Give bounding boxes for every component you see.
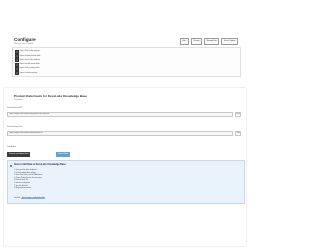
section-subtitle: Feed details (14, 99, 23, 101)
preview-feed-button[interactable]: Preview Feed (56, 152, 70, 157)
generate-feed-button[interactable]: Generate and Update Feed (7, 152, 31, 157)
copy-feed-url-button[interactable]: Copy (235, 112, 241, 117)
checkbox-list: Export: Select field category Export: In… (12, 47, 241, 77)
feed-url-field[interactable]: https://example.com/feeds/docslabs/produ… (7, 112, 233, 117)
page: Configure Manage Export Module Back Prev… (0, 0, 250, 250)
checkbox-label: Export: Select field category (19, 51, 40, 53)
checkbox-item[interactable]: Export: Include inventory (14, 71, 38, 76)
info-steps: 1. Open your DocsLabs dashboard 2. Go to… (14, 170, 43, 191)
feed-url-label: Generated Feed URL (7, 108, 23, 109)
checkbox-label: Export: Include product fields (19, 55, 41, 57)
checkbox-label: Export: Select filter attributes (19, 59, 41, 61)
checkbox-label: Export: Select images fields (19, 68, 40, 70)
checkbox-label: Export: Include variant fields (19, 64, 40, 66)
download-link-label: Direct Download Link (7, 127, 23, 128)
manage-data-button[interactable]: Manage Data (204, 38, 220, 45)
checkbox-label: Export: Include inventory (19, 72, 38, 74)
feed-actions-label: Feed Actions (7, 147, 17, 148)
checkbox[interactable] (14, 71, 19, 76)
page-title: Configure (14, 37, 36, 42)
section-title: Product Data Feeds for DocsLabs Knowledg… (14, 94, 88, 98)
save-update-button[interactable]: Save & Update (221, 38, 238, 45)
back-button[interactable]: Back (179, 38, 189, 45)
info-note: Feed URL: https://example.com/feeds/docs… (14, 198, 46, 199)
info-step: 8. Verify imported products (14, 188, 32, 190)
toolbar: Back Preview Manage Data Save & Update (179, 38, 238, 45)
info-icon (9, 164, 13, 168)
preview-button[interactable]: Preview (190, 38, 203, 45)
info-title: How to Add Data to DocsLabs Knowledge Ba… (14, 163, 66, 166)
info-note-prefix: Feed URL: (14, 198, 21, 199)
copy-download-link-button[interactable]: Copy (235, 131, 241, 136)
info-feed-code[interactable]: https://example.com/feeds/docslabs (21, 198, 46, 199)
download-link-field[interactable]: https://example.com/feeds/docslabs/downl… (7, 131, 233, 136)
info-box: How to Add Data to DocsLabs Knowledge Ba… (7, 160, 245, 204)
breadcrumb: Manage Export Module (14, 42, 34, 45)
